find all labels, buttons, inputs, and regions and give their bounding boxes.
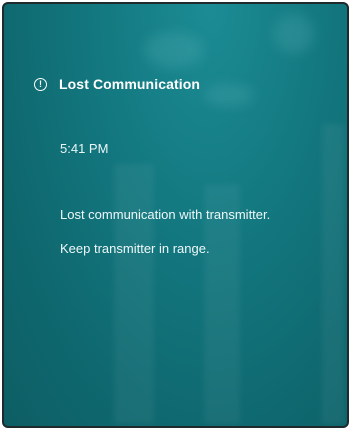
alert-circle-icon: !	[34, 77, 47, 91]
alert-notification[interactable]: ! Lost Communication 5:41 PM Lost commun…	[4, 4, 347, 426]
alert-header: ! Lost Communication	[34, 76, 200, 92]
notification-screen: ! Lost Communication 5:41 PM Lost commun…	[2, 2, 349, 428]
alert-message: Lost communication with transmitter.	[60, 207, 271, 222]
alert-title: Lost Communication	[59, 76, 201, 92]
alert-instruction: Keep transmitter in range.	[60, 241, 210, 256]
alert-time: 5:41 PM	[60, 141, 109, 156]
